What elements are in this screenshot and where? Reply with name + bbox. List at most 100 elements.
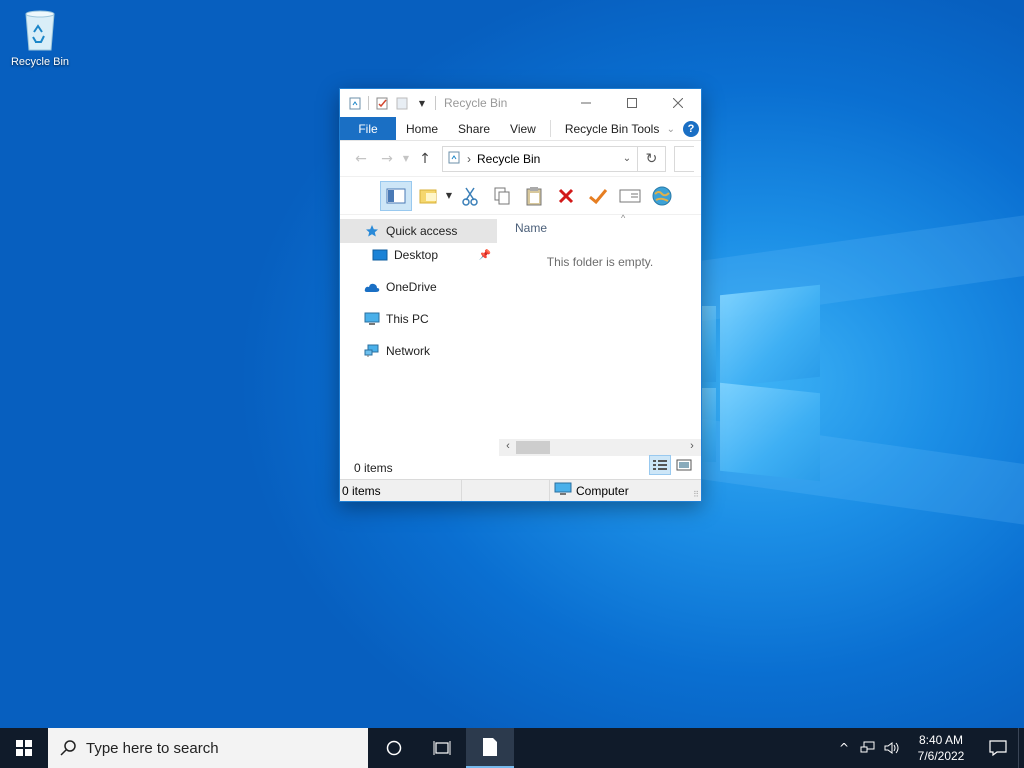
nav-item-label: Desktop (394, 248, 439, 262)
recycle-bin-icon (25, 10, 55, 51)
clock-time: 8:40 AM (918, 733, 964, 747)
details-view-icon[interactable] (649, 455, 671, 475)
file-list-pane[interactable]: ^ Name This folder is empty. ‹ › (499, 213, 701, 456)
recycle-bin-small-icon (348, 96, 362, 110)
nav-item-label: Quick access (386, 224, 458, 238)
column-header-name[interactable]: Name (515, 221, 547, 235)
star-icon (364, 223, 380, 239)
start-button[interactable] (0, 728, 48, 768)
nav-item-network[interactable]: Network (340, 339, 497, 363)
show-hidden-icons-chevron-icon[interactable]: ^ (832, 728, 856, 768)
dropdown-arrow-icon[interactable]: ▼ (444, 191, 454, 200)
address-bar[interactable]: › Recycle Bin ⌄ (442, 145, 638, 172)
back-arrow-icon[interactable]: ← (348, 151, 374, 167)
status-zone: Computer (550, 482, 629, 499)
windows-logo-graphic (700, 284, 824, 484)
navigation-pane-icon[interactable] (380, 180, 412, 211)
tab-home[interactable]: Home (396, 117, 448, 140)
cloud-icon (364, 279, 380, 295)
desktop-icon (372, 247, 388, 263)
paste-icon[interactable] (518, 181, 550, 211)
content-area: Quick access Desktop 📌 OneDrive This PC … (340, 213, 701, 477)
status-items-count: 0 items (340, 480, 462, 501)
windows-start-icon (16, 740, 32, 756)
maximize-button[interactable] (609, 89, 655, 117)
empty-folder-message: This folder is empty. (546, 255, 654, 269)
window-title: Recycle Bin (444, 96, 508, 110)
customize-quick-access-icon[interactable]: ▼ (415, 96, 429, 110)
new-folder-icon[interactable] (395, 96, 409, 110)
scroll-left-icon[interactable]: ‹ (501, 440, 515, 452)
scroll-right-icon[interactable]: › (685, 440, 699, 452)
cortana-button[interactable] (370, 728, 418, 768)
status-zone-label: Computer (576, 483, 629, 498)
nav-item-label: OneDrive (386, 280, 437, 294)
computer-icon (554, 482, 572, 499)
nav-item-desktop[interactable]: Desktop 📌 (340, 243, 497, 267)
cortana-circle-icon (386, 740, 402, 756)
taskbar-search-box[interactable]: Type here to search (48, 728, 368, 768)
action-center-button[interactable] (978, 728, 1018, 768)
search-icon (60, 740, 76, 756)
desktop-icon-recycle-bin[interactable]: Recycle Bin (4, 6, 76, 68)
taskbar-clock[interactable]: 8:40 AM 7/6/2022 (910, 732, 972, 764)
breadcrumb-location[interactable]: Recycle Bin (477, 152, 540, 166)
properties-icon[interactable] (614, 181, 646, 211)
nav-item-this-pc[interactable]: This PC (340, 307, 497, 331)
close-button[interactable] (655, 89, 701, 117)
recent-locations-chevron-icon[interactable]: ▼ (400, 154, 412, 163)
scrollbar-thumb[interactable] (516, 441, 550, 454)
ribbon-tabs: File Home Share View Recycle Bin Tools ⌄… (340, 117, 701, 141)
items-count: 0 items (354, 461, 393, 475)
file-explorer-window[interactable]: ▼ Recycle Bin File Home Share View Recyc… (339, 88, 702, 502)
task-view-button[interactable] (418, 728, 466, 768)
desktop-icon-label: Recycle Bin (10, 56, 70, 68)
copy-icon[interactable] (486, 181, 518, 211)
separator (435, 96, 436, 110)
tab-file[interactable]: File (340, 117, 396, 140)
network-icon (364, 343, 380, 359)
rename-check-icon[interactable] (582, 181, 614, 211)
horizontal-scrollbar[interactable]: ‹ › (499, 439, 701, 456)
properties-icon[interactable] (375, 96, 389, 110)
tab-share[interactable]: Share (448, 117, 500, 140)
resize-grip-icon[interactable]: ⠿ (693, 490, 699, 499)
volume-icon[interactable] (880, 728, 904, 768)
show-desktop-button[interactable] (1018, 728, 1024, 768)
taskbar-app-file-explorer[interactable] (466, 728, 514, 768)
cut-icon[interactable] (454, 181, 486, 211)
network-status-icon[interactable] (856, 728, 880, 768)
view-buttons (649, 455, 695, 475)
taskbar: Type here to search ^ 8:40 AM 7/6/2022 (0, 728, 1024, 768)
up-arrow-icon[interactable]: ↑ (412, 151, 438, 167)
address-dropdown-icon[interactable]: ⌄ (617, 153, 637, 164)
new-folder-icon[interactable] (412, 181, 444, 211)
nav-item-quick-access[interactable]: Quick access (340, 219, 497, 243)
breadcrumb-chevron-icon[interactable]: › (467, 152, 471, 166)
large-icons-view-icon[interactable] (673, 455, 695, 475)
expand-ribbon-icon[interactable]: ⌄ (667, 124, 675, 135)
search-placeholder: Type here to search (86, 739, 219, 757)
help-icon[interactable]: ? (683, 121, 699, 137)
toolbar: ▼ (340, 177, 701, 215)
nav-item-label: Network (386, 344, 431, 358)
tab-recycle-bin-tools[interactable]: Recycle Bin Tools (555, 117, 670, 140)
system-tray: ^ 8:40 AM 7/6/2022 (832, 728, 1024, 768)
recycle-bin-small-icon (447, 150, 461, 167)
forward-arrow-icon[interactable]: → (374, 151, 400, 167)
nav-item-onedrive[interactable]: OneDrive (340, 275, 497, 299)
search-box[interactable] (674, 145, 694, 172)
task-view-icon (433, 741, 451, 755)
title-bar[interactable]: ▼ Recycle Bin (340, 89, 701, 117)
refresh-icon[interactable]: ↻ (638, 145, 666, 172)
status-section (462, 480, 550, 501)
pin-icon[interactable]: 📌 (479, 250, 491, 261)
delete-icon[interactable] (550, 181, 582, 211)
tab-view[interactable]: View (500, 117, 546, 140)
computer-icon (364, 311, 380, 327)
notification-icon (989, 740, 1007, 756)
sort-ascending-icon: ^ (621, 213, 626, 223)
internet-globe-icon[interactable] (646, 181, 678, 211)
separator (368, 96, 369, 110)
minimize-button[interactable] (563, 89, 609, 117)
